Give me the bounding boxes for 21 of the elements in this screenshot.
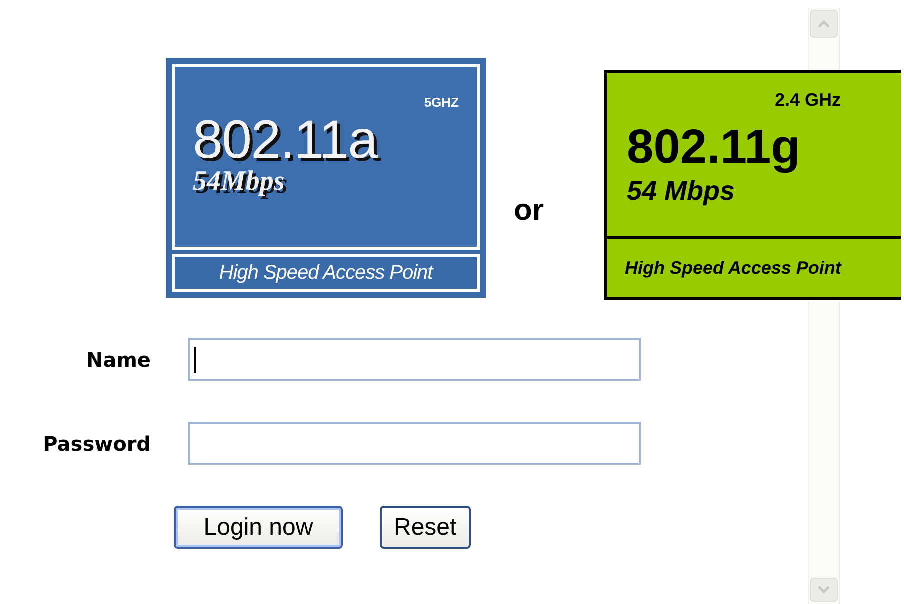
- name-field[interactable]: [188, 338, 641, 381]
- reset-button[interactable]: Reset: [380, 506, 471, 549]
- or-label: or: [514, 193, 544, 229]
- field-label: Name: [85, 346, 151, 374]
- standard-label: 802.11g: [627, 120, 802, 176]
- speed-label: 54 Mbps: [627, 176, 736, 206]
- band-label: 2.4 GHz: [774, 89, 841, 112]
- chevron-down-icon: [818, 586, 830, 594]
- caption-label: High Speed Access Point: [625, 256, 842, 280]
- scroll-down-button[interactable]: [810, 578, 838, 602]
- scrollbar-track[interactable]: [808, 8, 840, 70]
- chevron-up-icon: [818, 20, 830, 28]
- scrollbar-track[interactable]: [808, 302, 840, 604]
- band-label: 5GHZ: [424, 94, 459, 112]
- speed-label: 54Mbps: [193, 166, 286, 196]
- login-button[interactable]: Login now: [174, 506, 343, 549]
- scroll-up-button[interactable]: [810, 10, 838, 38]
- standard-label: 802.11a: [193, 112, 380, 166]
- password-field[interactable]: [188, 422, 641, 465]
- field-label: Password: [42, 430, 151, 458]
- caption-label: High Speed Access Point: [219, 261, 433, 286]
